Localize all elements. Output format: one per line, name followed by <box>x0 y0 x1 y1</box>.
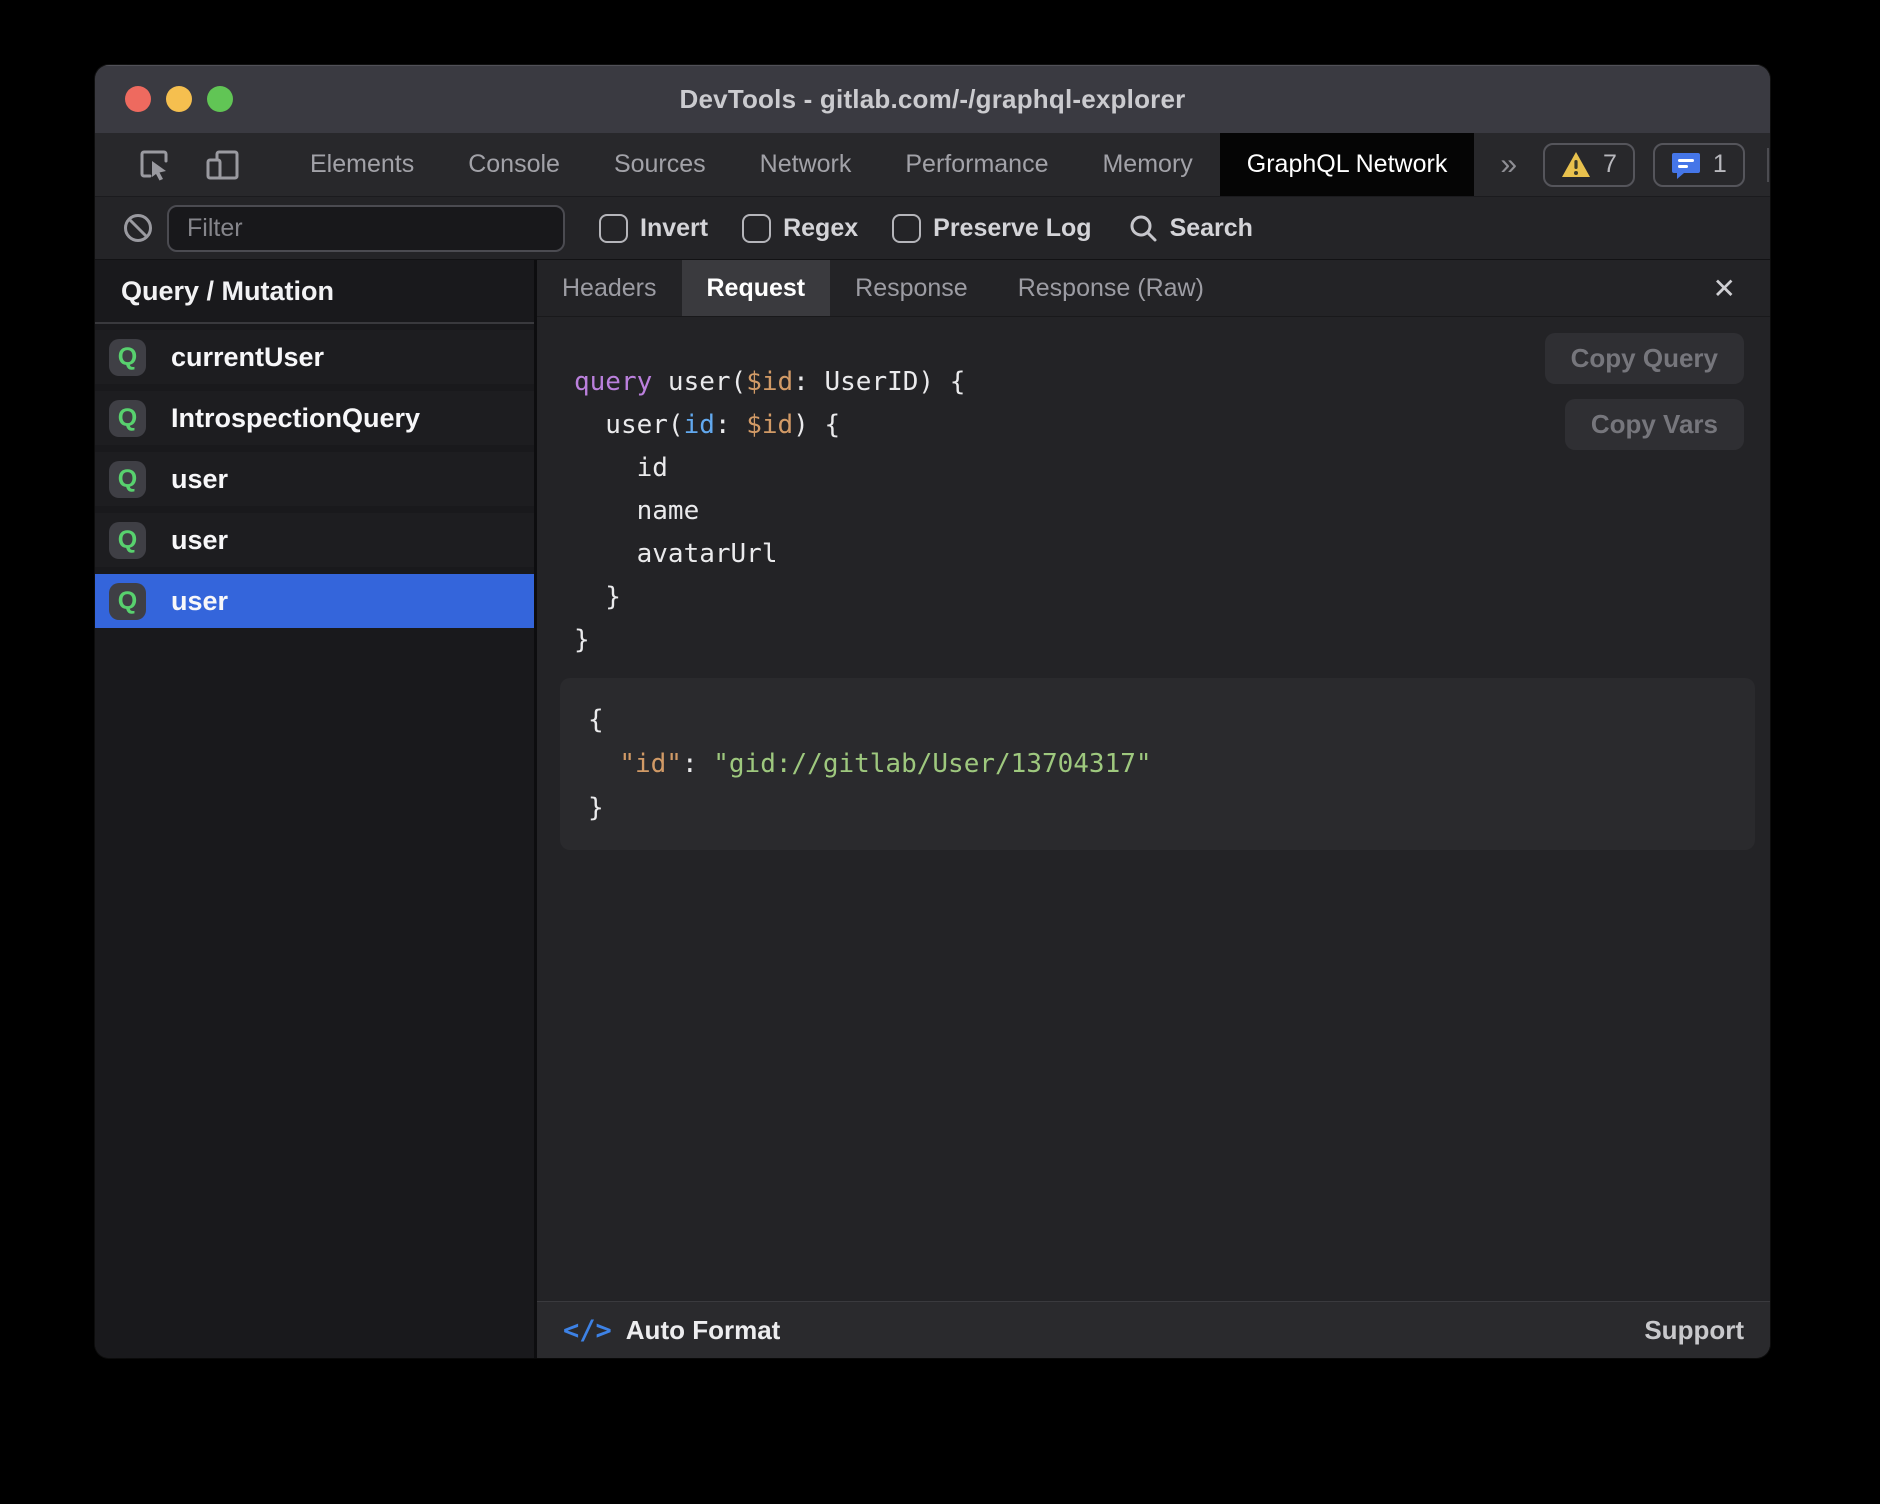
checkbox-regex[interactable]: Regex <box>742 214 858 243</box>
detail-tab-response-raw[interactable]: Response (Raw) <box>993 260 1229 316</box>
code-line: } <box>574 619 1770 662</box>
message-count: 1 <box>1713 150 1727 179</box>
list-item-currentuser[interactable]: QcurrentUser <box>95 330 534 384</box>
list-item-user[interactable]: Quser <box>95 574 534 628</box>
code-line: } <box>574 576 1770 619</box>
message-icon <box>1671 150 1701 180</box>
query-list: QcurrentUserQIntrospectionQueryQuserQuse… <box>95 324 534 628</box>
messages-badge[interactable]: 1 <box>1653 143 1745 187</box>
clear-filter-icon[interactable] <box>115 205 161 251</box>
tab-network[interactable]: Network <box>733 133 879 196</box>
variables-box: { "id": "gid://gitlab/User/13704317"} <box>560 678 1755 850</box>
device-toolbar-icon[interactable] <box>201 144 243 186</box>
search-label: Search <box>1170 214 1253 243</box>
list-item-user[interactable]: Quser <box>95 513 534 567</box>
query-name-label: currentUser <box>171 342 324 373</box>
titlebar: DevTools - gitlab.com/-/graphql-explorer <box>95 65 1770 133</box>
devtools-window: DevTools - gitlab.com/-/graphql-explorer… <box>95 65 1770 1358</box>
tab-console[interactable]: Console <box>441 133 587 196</box>
window-controls <box>125 65 233 133</box>
checkbox-label: Preserve Log <box>933 214 1091 243</box>
warning-count: 7 <box>1603 150 1617 179</box>
checkbox-label: Invert <box>640 214 708 243</box>
list-item-introspectionquery[interactable]: Q IntrospectionQuery <box>95 391 534 445</box>
more-tabs-button[interactable]: » <box>1474 133 1543 196</box>
toolbar-separator-2 <box>1767 148 1769 182</box>
close-detail-icon[interactable]: ✕ <box>1705 268 1744 309</box>
code-line: } <box>588 786 1727 830</box>
detail-tabs: HeadersRequestResponseResponse (Raw) ✕ <box>537 260 1770 317</box>
issues-warning-badge[interactable]: 7 <box>1543 143 1635 187</box>
query-type-badge: Q <box>109 461 146 498</box>
query-sidebar: Query / Mutation QcurrentUserQIntrospect… <box>95 260 537 1358</box>
sidebar-title: Query / Mutation <box>95 260 534 324</box>
detail-footer: </> Auto Format Support <box>537 1301 1770 1358</box>
code-line: id <box>574 447 1770 490</box>
query-name-label: user <box>171 586 228 617</box>
query-type-badge: Q <box>109 400 146 437</box>
code-line: { <box>588 698 1727 742</box>
tab-memory[interactable]: Memory <box>1075 133 1219 196</box>
checkbox-invert[interactable]: Invert <box>599 214 708 243</box>
search-icon <box>1128 213 1158 243</box>
auto-format-label: Auto Format <box>626 1315 781 1346</box>
checkbox-preserve-log[interactable]: Preserve Log <box>892 214 1091 243</box>
zoom-window-button[interactable] <box>207 86 233 112</box>
query-name-label: user <box>171 464 228 495</box>
copy-vars-button[interactable]: Copy Vars <box>1565 399 1744 450</box>
detail-tab-request[interactable]: Request <box>682 260 831 316</box>
request-panel: query user($id: UserID) { user(id: $id) … <box>537 317 1770 1301</box>
inspect-element-icon[interactable] <box>133 144 175 186</box>
code-line: avatarUrl <box>574 533 1770 576</box>
tab-sources[interactable]: Sources <box>587 133 733 196</box>
query-type-badge: Q <box>109 522 146 559</box>
list-item-user[interactable]: Quser <box>95 452 534 506</box>
code-line: "id": "gid://gitlab/User/13704317" <box>588 742 1727 786</box>
query-name-label: IntrospectionQuery <box>171 403 420 434</box>
devtools-tabs: ElementsConsoleSourcesNetworkPerformance… <box>283 133 1474 196</box>
filter-input[interactable] <box>167 205 565 252</box>
warning-icon <box>1561 151 1591 179</box>
support-link[interactable]: Support <box>1644 1315 1744 1346</box>
query-name-label: user <box>171 525 228 556</box>
devtools-toolbar: ElementsConsoleSourcesNetworkPerformance… <box>95 133 1770 197</box>
search-toggle[interactable]: Search <box>1128 213 1253 243</box>
code-line: name <box>574 490 1770 533</box>
detail-tab-response[interactable]: Response <box>830 260 993 316</box>
checkbox-box-invert[interactable] <box>599 214 628 243</box>
graphql-variables-code: { "id": "gid://gitlab/User/13704317"} <box>588 698 1727 830</box>
tab-performance[interactable]: Performance <box>878 133 1075 196</box>
copy-query-button[interactable]: Copy Query <box>1545 333 1744 384</box>
checkbox-label: Regex <box>783 214 858 243</box>
main-split: Query / Mutation QcurrentUserQIntrospect… <box>95 260 1770 1358</box>
tab-elements[interactable]: Elements <box>283 133 441 196</box>
filter-options: Invert Regex Preserve Log <box>565 214 1092 243</box>
checkbox-box-preserve-log[interactable] <box>892 214 921 243</box>
minimize-window-button[interactable] <box>166 86 192 112</box>
close-window-button[interactable] <box>125 86 151 112</box>
tab-graphql-network[interactable]: GraphQL Network <box>1220 133 1475 196</box>
detail-pane: HeadersRequestResponseResponse (Raw) ✕ q… <box>537 260 1770 1358</box>
query-type-badge: Q <box>109 583 146 620</box>
window-title: DevTools - gitlab.com/-/graphql-explorer <box>680 84 1186 115</box>
checkbox-box-regex[interactable] <box>742 214 771 243</box>
detail-tab-headers[interactable]: Headers <box>537 260 682 316</box>
auto-format-button[interactable]: </> Auto Format <box>563 1315 780 1346</box>
code-brackets-icon: </> <box>563 1315 612 1346</box>
query-type-badge: Q <box>109 339 146 376</box>
filter-bar: Invert Regex Preserve Log Search <box>95 197 1770 260</box>
